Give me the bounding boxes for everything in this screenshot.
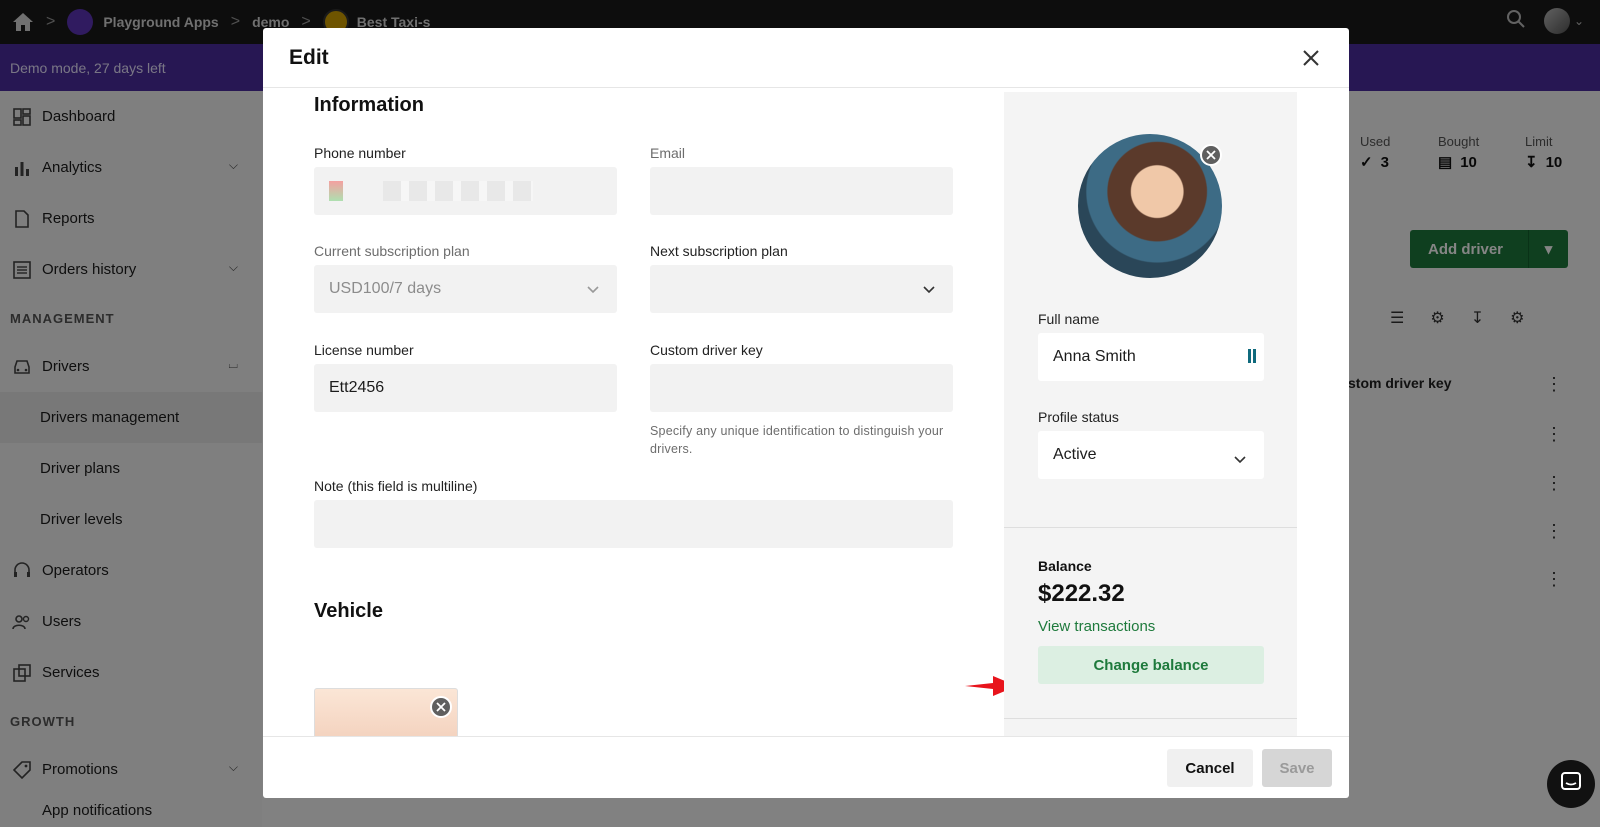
- remove-avatar-icon[interactable]: [1200, 144, 1222, 166]
- full-name-field[interactable]: Anna Smith: [1038, 333, 1264, 381]
- email-field[interactable]: [650, 167, 953, 215]
- note-label: Note (this field is multiline): [314, 478, 478, 494]
- chevron-down-icon: [587, 281, 599, 299]
- password-manager-icon[interactable]: [1248, 349, 1256, 363]
- full-name-label: Full name: [1038, 311, 1100, 327]
- profile-status-value: Active: [1053, 446, 1097, 463]
- driver-profile-panel: Full name Anna Smith Profile status Acti…: [1004, 92, 1297, 736]
- next-plan-select[interactable]: [650, 265, 953, 313]
- chevron-down-icon: [923, 281, 935, 299]
- change-balance-button[interactable]: Change balance: [1038, 646, 1264, 684]
- chevron-down-icon: [1234, 451, 1246, 469]
- license-field[interactable]: Ett2456: [314, 364, 617, 412]
- dialog-header: Edit: [263, 28, 1349, 88]
- cancel-button[interactable]: Cancel: [1167, 749, 1253, 787]
- custom-key-hint: Specify any unique identification to dis…: [650, 424, 944, 456]
- divider: [1004, 718, 1297, 719]
- section-title-vehicle: Vehicle: [314, 600, 383, 622]
- save-button[interactable]: Save: [1262, 749, 1332, 787]
- license-label: License number: [314, 342, 414, 358]
- view-transactions-link[interactable]: View transactions: [1038, 618, 1155, 635]
- dialog-footer: Cancel Save: [263, 736, 1349, 798]
- chat-icon: [1560, 771, 1582, 798]
- section-title-information: Information: [314, 94, 424, 116]
- dialog-title: Edit: [289, 45, 329, 69]
- full-name-value: Anna Smith: [1053, 348, 1136, 365]
- country-flag-icon: [329, 181, 343, 201]
- balance-value: $222.32: [1038, 580, 1125, 607]
- phone-label: Phone number: [314, 145, 406, 161]
- dialog-body[interactable]: Information Phone number Email Current s…: [263, 88, 1349, 736]
- note-field[interactable]: [314, 500, 953, 548]
- close-icon[interactable]: [1299, 46, 1323, 70]
- next-plan-label: Next subscription plan: [650, 243, 788, 259]
- balance-label: Balance: [1038, 558, 1092, 574]
- phone-field[interactable]: [314, 167, 617, 215]
- edit-dialog: Edit Information Phone number Email Curr…: [263, 28, 1349, 798]
- current-plan-value: USD100/7 days: [329, 280, 442, 297]
- profile-status-select[interactable]: Active: [1038, 431, 1264, 479]
- divider: [1004, 527, 1297, 528]
- profile-status-label: Profile status: [1038, 409, 1119, 425]
- custom-key-field[interactable]: [650, 364, 953, 412]
- current-plan-label: Current subscription plan: [314, 243, 470, 259]
- email-label: Email: [650, 145, 686, 161]
- remove-photo-icon[interactable]: [430, 696, 452, 718]
- current-plan-select[interactable]: USD100/7 days: [314, 265, 617, 313]
- chat-support-button[interactable]: [1547, 760, 1595, 808]
- custom-key-label: Custom driver key: [650, 342, 763, 358]
- redacted-phone: [383, 181, 533, 201]
